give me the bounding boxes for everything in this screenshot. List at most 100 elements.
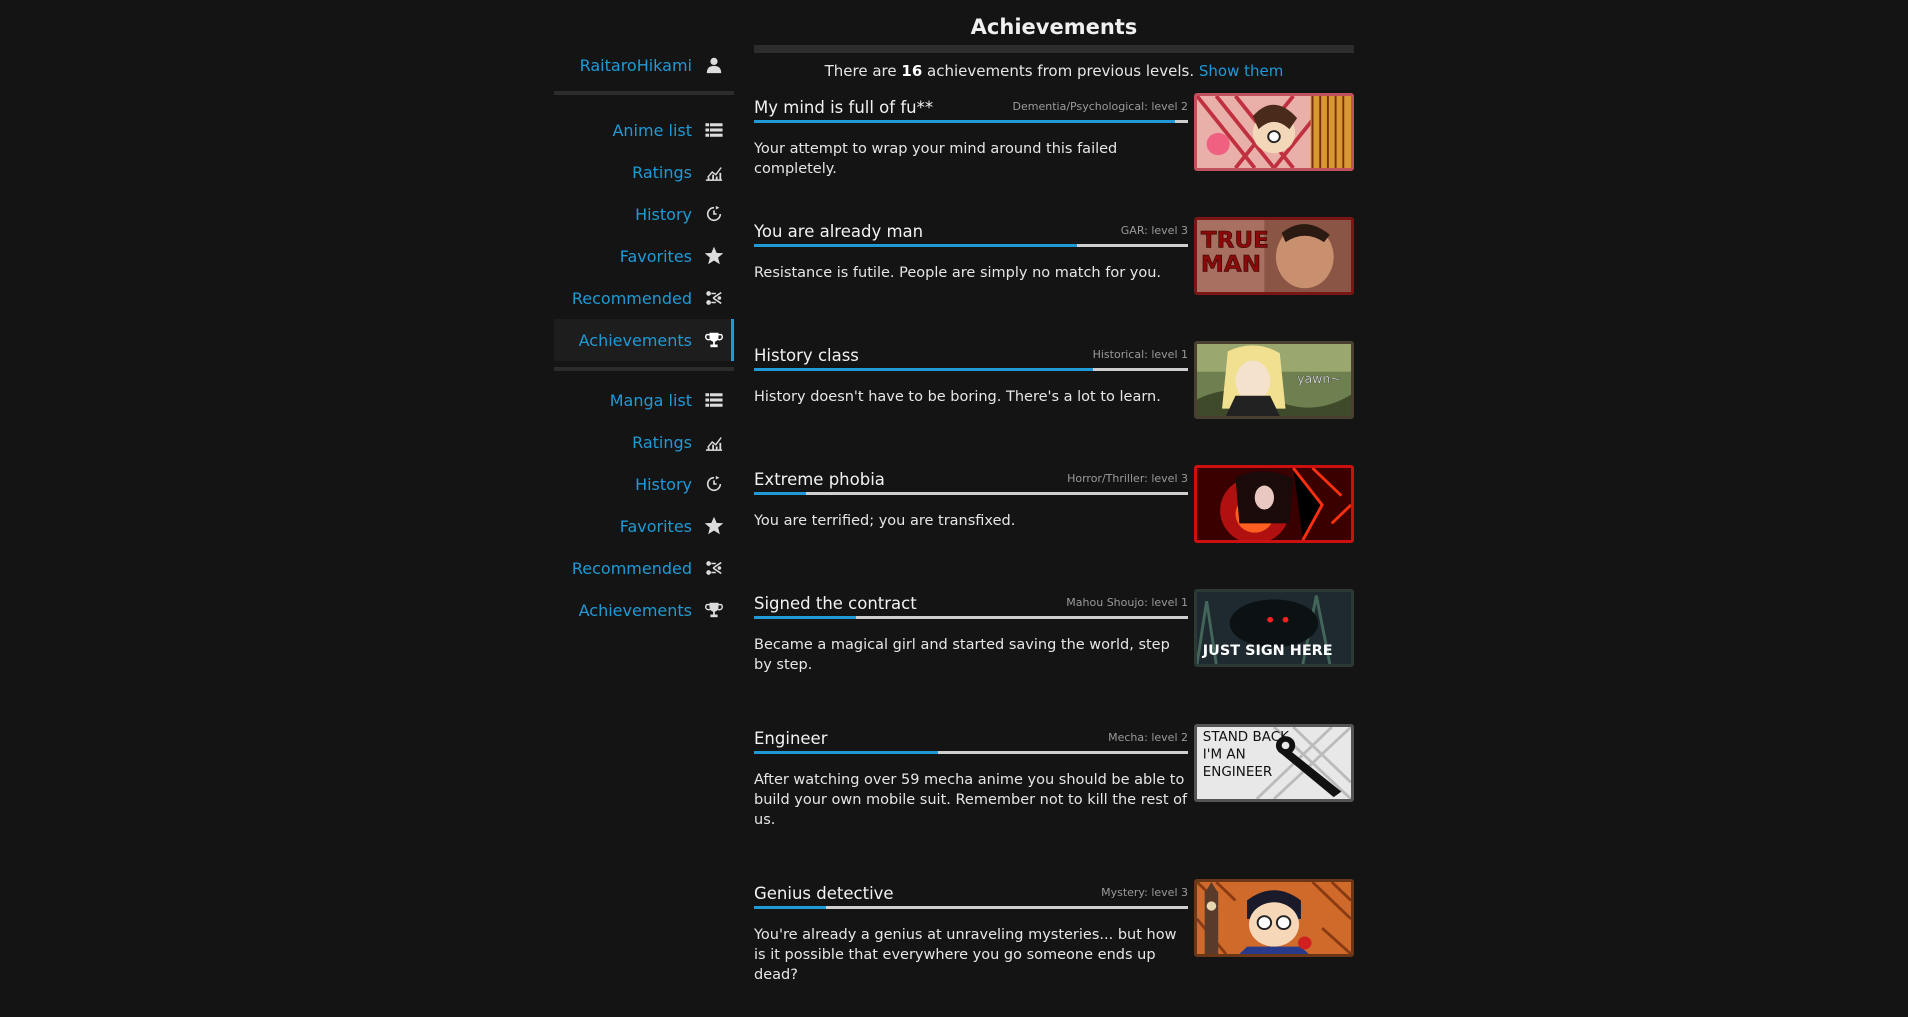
sidebar-item-anime-history[interactable]: History [554,193,734,235]
sidebar-item-manga-favorites[interactable]: Favorites [554,505,734,547]
achievement-name: Engineer [754,729,828,748]
achievement-item: Genius detective Mystery: level 3 You're… [754,879,1354,983]
chart-icon [704,432,724,452]
sidebar-item-anime-recommended[interactable]: Recommended [554,277,734,319]
achievement-level: Mecha: level 2 [1108,731,1188,744]
achievement-item: Extreme phobia Horror/Thriller: level 3 … [754,465,1354,589]
achievement-level: Mystery: level 3 [1101,886,1188,899]
sidebar-item-label: Recommended [571,558,692,578]
achievement-item: You are already man GAR: level 3 Resista… [754,217,1354,341]
sidebar: RaitaroHikami Anime list Ratings History… [554,43,734,631]
achievement-image: TRUE MAN [1194,217,1354,295]
username-label: RaitaroHikami [579,55,692,75]
sidebar-item-label: Anime list [612,120,692,140]
achievement-image-text: JUST SIGN HERE [1202,643,1333,659]
sidebar-item-label: History [635,204,692,224]
sidebar-item-manga-list[interactable]: Manga list [554,379,734,421]
achievement-progress-bar [754,244,1188,247]
achievement-description: Resistance is futile. People are simply … [754,265,1162,281]
achievement-image [1194,93,1354,171]
achievement-progress-bar [754,906,1188,909]
achievement-image-text: STAND BACK I'M AN ENGINEER [1202,729,1289,780]
achievement-progress-bar [754,751,1188,754]
achievement-progress-fill [754,120,1175,123]
achievement-level: Historical: level 1 [1092,348,1188,361]
achievement-name: Genius detective [754,884,894,903]
achievement-image-text: TRUE MAN [1201,228,1269,277]
sidebar-item-anime-favorites[interactable]: Favorites [554,235,734,277]
previous-prefix: There are [824,62,902,80]
achievement-name: Signed the contract [754,594,917,613]
achievement-description: After watching over 59 mecha anime you s… [754,772,1188,828]
sidebar-item-anime-achievements[interactable]: Achievements [554,319,734,361]
sidebar-divider [554,91,734,95]
show-them-link[interactable]: Show them [1199,62,1283,80]
achievement-description: Your attempt to wrap your mind around th… [754,141,1118,177]
recommend-icon [704,288,724,308]
sidebar-divider [554,367,734,371]
achievement-description: You're already a genius at unraveling my… [754,927,1177,983]
achievement-image-text: yawn~ [1297,372,1341,386]
achievement-progress-fill [754,616,856,619]
sidebar-item-label: Favorites [619,516,692,536]
sidebar-item-label: Ratings [632,432,692,452]
achievement-item: My mind is full of fu** Dementia/Psychol… [754,93,1354,217]
achievement-progress-bar [754,120,1188,123]
achievement-level: Dementia/Psychological: level 2 [1012,100,1188,113]
trophy-icon [704,330,724,350]
chart-icon [704,162,724,182]
sidebar-item-anime-list[interactable]: Anime list [554,109,734,151]
achievement-level: Mahou Shoujo: level 1 [1066,596,1188,609]
sidebar-item-label: Achievements [578,330,692,350]
sidebar-item-label: Favorites [619,246,692,266]
achievement-level: Horror/Thriller: level 3 [1067,472,1188,485]
achievement-progress-bar [754,616,1188,619]
achievement-progress-fill [754,751,939,754]
trophy-icon [704,600,724,620]
sidebar-item-label: Ratings [632,162,692,182]
sidebar-item-label: Achievements [578,600,692,620]
achievement-image: STAND BACK I'M AN ENGINEER [1194,724,1354,802]
achievement-progress-fill [754,906,826,909]
achievement-image: yawn~ [1194,341,1354,419]
achievement-progress-fill [754,492,807,495]
recommend-icon [704,558,724,578]
clock-icon [704,204,724,224]
sidebar-item-manga-history[interactable]: History [554,463,734,505]
previous-count: 16 [901,62,923,80]
achievement-name: Extreme phobia [754,470,885,489]
achievement-progress-fill [754,368,1093,371]
sidebar-user-link[interactable]: RaitaroHikami [554,43,734,87]
title-divider [754,45,1354,53]
achievement-progress-bar [754,368,1188,371]
sidebar-item-label: Recommended [571,288,692,308]
achievement-level: GAR: level 3 [1120,224,1188,237]
page-title: Achievements [970,15,1138,39]
achievement-image: JUST SIGN HERE [1194,589,1354,667]
achievement-name: My mind is full of fu** [754,98,934,117]
sidebar-item-anime-ratings[interactable]: Ratings [554,151,734,193]
star-icon [704,246,724,266]
user-icon [704,55,724,75]
achievement-item: Signed the contract Mahou Shoujo: level … [754,589,1354,724]
achievement-description: You are terrified; you are transfixed. [754,513,1016,529]
list-icon [704,390,724,410]
achievement-description: Became a magical girl and started saving… [754,637,1170,673]
main-content: Achievements There are 16 achievements f… [754,12,1354,983]
sidebar-item-manga-ratings[interactable]: Ratings [554,421,734,463]
achievement-progress-bar [754,492,1188,495]
achievement-image [1194,465,1354,543]
achievement-name: History class [754,346,859,365]
sidebar-item-manga-achievements[interactable]: Achievements [554,589,734,631]
achievement-name: You are already man [754,222,924,241]
clock-icon [704,474,724,494]
sidebar-item-label: History [635,474,692,494]
previous-achievements-info: There are 16 achievements from previous … [754,53,1354,93]
achievement-image [1194,879,1354,957]
achievement-description: History doesn't have to be boring. There… [754,389,1161,405]
achievement-progress-fill [754,244,1078,247]
previous-suffix: achievements from previous levels. [922,62,1199,80]
star-icon [704,516,724,536]
sidebar-item-manga-recommended[interactable]: Recommended [554,547,734,589]
list-icon [704,120,724,140]
